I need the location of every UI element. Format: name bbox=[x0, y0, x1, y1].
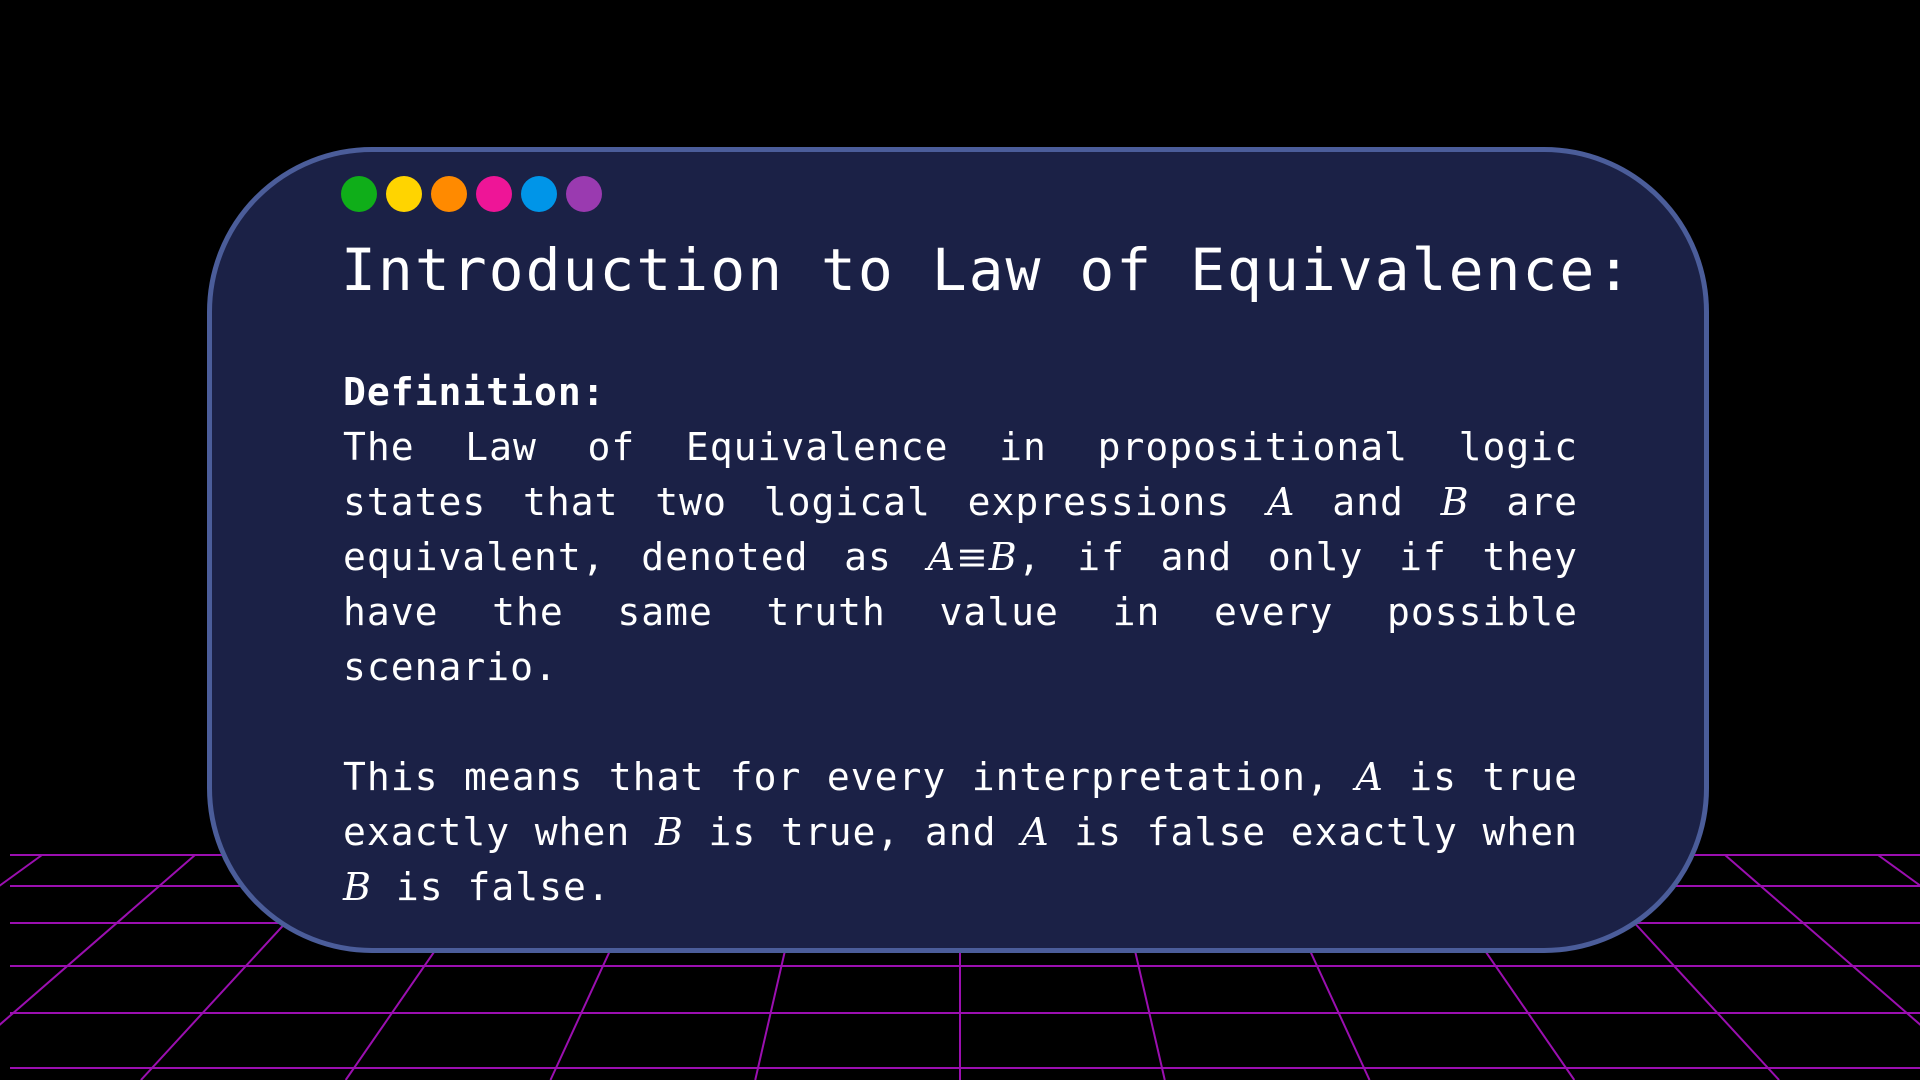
grid-vertical-line bbox=[1724, 854, 1920, 1026]
definition-paragraph: The Law of Equivalence in propositional … bbox=[343, 420, 1578, 695]
grid-vertical-line bbox=[1877, 854, 1920, 887]
pink-dot[interactable] bbox=[476, 176, 512, 212]
text-run: This means that for every interpretation… bbox=[343, 755, 1356, 799]
yellow-dot[interactable] bbox=[386, 176, 422, 212]
orange-dot[interactable] bbox=[431, 176, 467, 212]
equivalence-notation: A≡B bbox=[927, 535, 1018, 579]
page-title: Introduction to Law of Equivalence: bbox=[341, 236, 1634, 304]
grid-vertical-line bbox=[0, 854, 196, 1026]
variable-b: B bbox=[343, 865, 372, 909]
definition-section: Definition: The Law of Equivalence in pr… bbox=[343, 365, 1578, 915]
variable-b: B bbox=[1440, 480, 1470, 524]
variable-b: B bbox=[654, 810, 684, 854]
green-dot[interactable] bbox=[341, 176, 377, 212]
text-run: is false exactly when bbox=[1049, 810, 1578, 854]
text-run: is false. bbox=[371, 865, 611, 909]
variable-a: A bbox=[1355, 755, 1384, 799]
explanation-paragraph: This means that for every interpretation… bbox=[343, 750, 1578, 915]
text-run: and bbox=[1295, 480, 1441, 524]
grid-vertical-line bbox=[0, 854, 43, 887]
slide-canvas: Introduction to Law of Equivalence: Defi… bbox=[0, 0, 1920, 1080]
text-run: is true, and bbox=[683, 810, 1022, 854]
variable-a: A bbox=[1021, 810, 1050, 854]
purple-dot[interactable] bbox=[566, 176, 602, 212]
variable-a: A bbox=[1267, 480, 1296, 524]
window-controls bbox=[341, 176, 602, 212]
blue-dot[interactable] bbox=[521, 176, 557, 212]
definition-label: Definition: bbox=[343, 370, 606, 414]
